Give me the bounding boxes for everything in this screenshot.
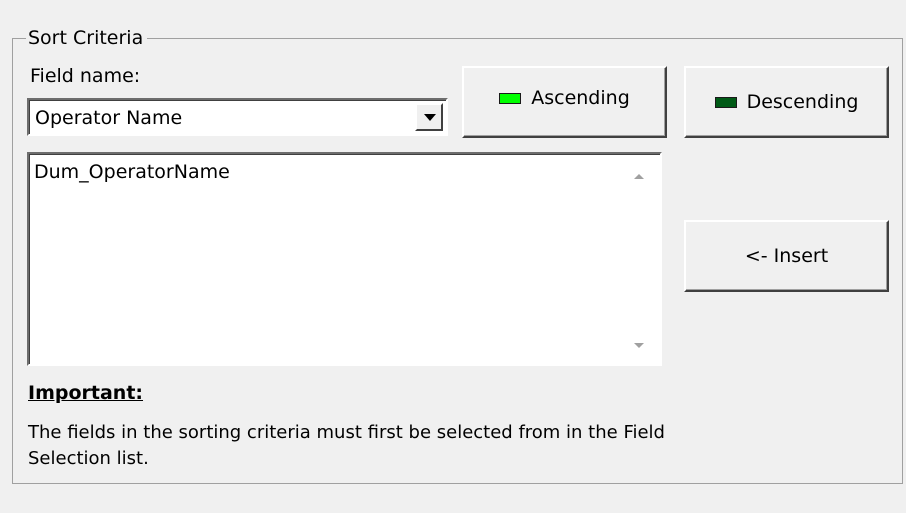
groupbox-title: Sort Criteria xyxy=(26,26,148,50)
insert-label: <- Insert xyxy=(744,245,829,267)
ascending-content: Ascending xyxy=(499,87,630,109)
scroll-down-icon[interactable] xyxy=(634,343,644,348)
insert-button[interactable]: <- Insert xyxy=(684,220,889,292)
descending-indicator-icon xyxy=(714,96,737,108)
list-item[interactable]: Dum_OperatorName xyxy=(34,160,230,184)
field-name-dropdown[interactable]: Operator Name xyxy=(27,98,448,136)
field-name-value: Operator Name xyxy=(35,107,183,129)
descending-button[interactable]: Descending xyxy=(684,66,889,138)
ascending-button[interactable]: Ascending xyxy=(462,66,667,138)
scroll-up-icon[interactable] xyxy=(634,174,644,179)
ascending-label: Ascending xyxy=(531,87,630,109)
dropdown-arrow-icon[interactable] xyxy=(415,103,443,131)
sort-criteria-list[interactable]: Dum_OperatorName xyxy=(27,152,662,366)
field-name-label: Field name: xyxy=(30,65,141,87)
important-heading: Important: xyxy=(28,382,144,404)
important-note: The fields in the sorting criteria must … xyxy=(28,422,665,469)
ascending-indicator-icon xyxy=(499,92,522,104)
descending-content: Descending xyxy=(714,91,859,113)
descending-label: Descending xyxy=(746,91,859,113)
